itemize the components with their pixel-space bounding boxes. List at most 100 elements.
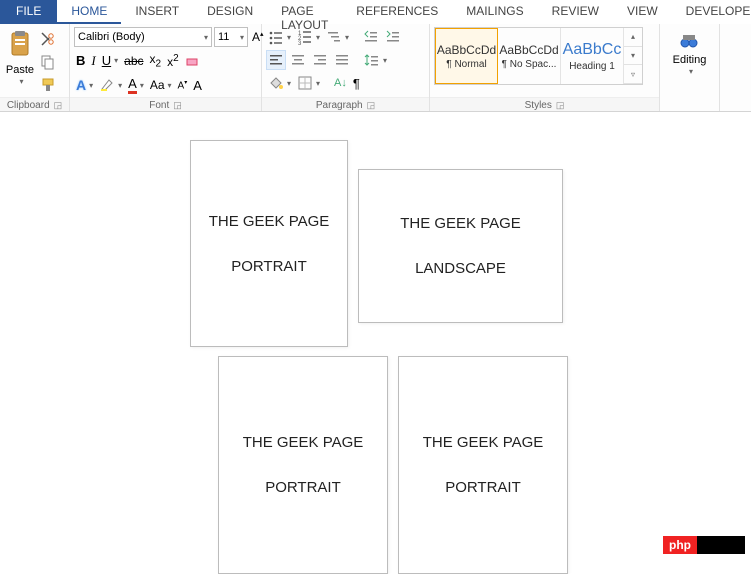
page-4-orient: PORTRAIT — [445, 479, 521, 496]
eraser-icon — [185, 53, 201, 69]
page-1-title: THE GEEK PAGE — [209, 213, 330, 230]
editing-label-text: Editing — [673, 54, 707, 66]
indent-icon — [385, 29, 401, 45]
document-canvas[interactable]: THE GEEK PAGE PORTRAIT THE GEEK PAGE LAN… — [0, 112, 751, 574]
tab-home[interactable]: HOME — [57, 0, 121, 24]
svg-text:3: 3 — [298, 41, 302, 45]
format-painter-button[interactable] — [38, 75, 58, 95]
shading-button[interactable]: ▾ — [266, 73, 293, 93]
tab-design[interactable]: DESIGN — [193, 0, 267, 24]
style-normal-preview: AaBbCcDd — [437, 43, 496, 57]
highlighter-icon — [99, 77, 115, 93]
style-heading1-name: Heading 1 — [569, 61, 615, 72]
tab-file[interactable]: FILE — [0, 0, 57, 24]
find-button[interactable] — [676, 27, 702, 53]
ribbon: Paste ▾ Clipboard◲ Calibri (Body)▾ 11▾ A… — [0, 24, 751, 112]
align-left-icon — [268, 52, 284, 68]
paste-label: Paste — [6, 64, 34, 76]
borders-button[interactable]: ▾ — [295, 73, 322, 93]
styles-label: Styles — [525, 100, 552, 111]
multilevel-button[interactable]: ▾ — [324, 27, 351, 47]
copy-icon — [40, 54, 56, 70]
font-name-value: Calibri (Body) — [78, 31, 145, 43]
paragraph-launcher[interactable]: ◲ — [367, 100, 376, 111]
superscript-button[interactable]: x2 — [165, 51, 181, 71]
align-left-button[interactable] — [266, 50, 286, 70]
style-nospacing-preview: AaBbCcDd — [499, 43, 558, 57]
tab-view[interactable]: VIEW — [613, 0, 672, 24]
page-1-orient: PORTRAIT — [231, 258, 307, 275]
font-launcher[interactable]: ◲ — [173, 100, 182, 111]
page-2-title: THE GEEK PAGE — [400, 215, 521, 232]
bold-button[interactable]: B — [74, 51, 87, 70]
paste-button[interactable] — [4, 27, 36, 63]
line-spacing-icon — [364, 52, 380, 68]
group-editing: Editing ▾ — [660, 24, 720, 111]
highlight-button[interactable]: ▾ — [97, 75, 124, 95]
multilevel-icon — [326, 29, 342, 45]
shrink-font-button[interactable]: A▾ — [176, 77, 190, 93]
clipboard-label: Clipboard — [7, 100, 50, 111]
tab-references[interactable]: REFERENCES — [342, 0, 452, 24]
justify-icon — [334, 52, 350, 68]
tab-insert[interactable]: INSERT — [121, 0, 193, 24]
font-size-select[interactable]: 11▾ — [214, 27, 248, 47]
copy-button[interactable] — [38, 52, 58, 72]
editing-dropdown[interactable]: ▾ — [689, 67, 693, 76]
style-nospacing[interactable]: AaBbCcDd ¶ No Spac... — [498, 28, 561, 84]
page-3[interactable]: THE GEEK PAGE PORTRAIT — [218, 356, 388, 574]
decrease-indent-button[interactable] — [361, 27, 381, 47]
group-font: Calibri (Body)▾ 11▾ A▴ B I U▾ abc x2 x2 … — [70, 24, 262, 111]
numbering-icon: 123 — [297, 29, 313, 45]
style-gallery-more[interactable]: ▴▾▿ — [624, 28, 642, 84]
sort-button[interactable]: A↓ — [332, 75, 349, 91]
page-2-orient: LANDSCAPE — [415, 260, 506, 277]
tab-review[interactable]: REVIEW — [538, 0, 613, 24]
paragraph-label: Paragraph — [316, 100, 363, 111]
change-case-button[interactable]: Aa▾ — [148, 76, 174, 94]
style-normal[interactable]: AaBbCcDd ¶ Normal — [435, 28, 498, 84]
font-color-button[interactable]: A▾ — [126, 74, 146, 96]
page-3-title: THE GEEK PAGE — [243, 434, 364, 451]
style-heading1[interactable]: AaBbCc Heading 1 — [561, 28, 624, 84]
page-1[interactable]: THE GEEK PAGE PORTRAIT — [190, 140, 348, 347]
subscript-button[interactable]: x2 — [148, 50, 164, 71]
align-right-button[interactable] — [310, 50, 330, 70]
align-center-button[interactable] — [288, 50, 308, 70]
grow-font2-button[interactable]: A — [191, 76, 204, 95]
brush-icon — [40, 77, 56, 93]
page-4[interactable]: THE GEEK PAGE PORTRAIT — [398, 356, 568, 574]
line-spacing-button[interactable]: ▾ — [362, 50, 389, 70]
strike-button[interactable]: abc — [122, 52, 145, 70]
numbering-button[interactable]: 123▾ — [295, 27, 322, 47]
binoculars-icon — [678, 29, 700, 51]
borders-icon — [297, 75, 313, 91]
tab-developer[interactable]: DEVELOPER — [672, 0, 751, 24]
paste-icon — [6, 29, 34, 61]
scissors-icon — [40, 31, 56, 47]
page-4-title: THE GEEK PAGE — [423, 434, 544, 451]
increase-indent-button[interactable] — [383, 27, 403, 47]
bullets-button[interactable]: ▾ — [266, 27, 293, 47]
font-name-select[interactable]: Calibri (Body)▾ — [74, 27, 212, 47]
style-nospacing-name: ¶ No Spac... — [502, 59, 557, 70]
show-marks-button[interactable]: ¶ — [351, 74, 362, 93]
watermark-box — [697, 536, 745, 554]
tab-page-layout[interactable]: PAGE LAYOUT — [267, 0, 342, 24]
clipboard-launcher[interactable]: ◲ — [54, 100, 63, 111]
ribbon-tabs: FILE HOME INSERT DESIGN PAGE LAYOUT REFE… — [0, 0, 751, 24]
font-size-value: 11 — [218, 31, 229, 43]
style-gallery: AaBbCcDd ¶ Normal AaBbCcDd ¶ No Spac... … — [434, 27, 643, 85]
text-effects-button[interactable]: A▾ — [74, 75, 95, 95]
cut-button[interactable] — [38, 29, 58, 49]
underline-button[interactable]: U▾ — [100, 51, 120, 70]
paste-dropdown[interactable]: ▾ — [19, 77, 23, 86]
styles-launcher[interactable]: ◲ — [556, 100, 565, 111]
tab-mailings[interactable]: MAILINGS — [452, 0, 537, 24]
clear-format-button[interactable] — [183, 51, 203, 71]
watermark: php — [663, 536, 745, 554]
justify-button[interactable] — [332, 50, 352, 70]
bullets-icon — [268, 29, 284, 45]
page-2[interactable]: THE GEEK PAGE LANDSCAPE — [358, 169, 563, 323]
italic-button[interactable]: I — [89, 51, 97, 71]
